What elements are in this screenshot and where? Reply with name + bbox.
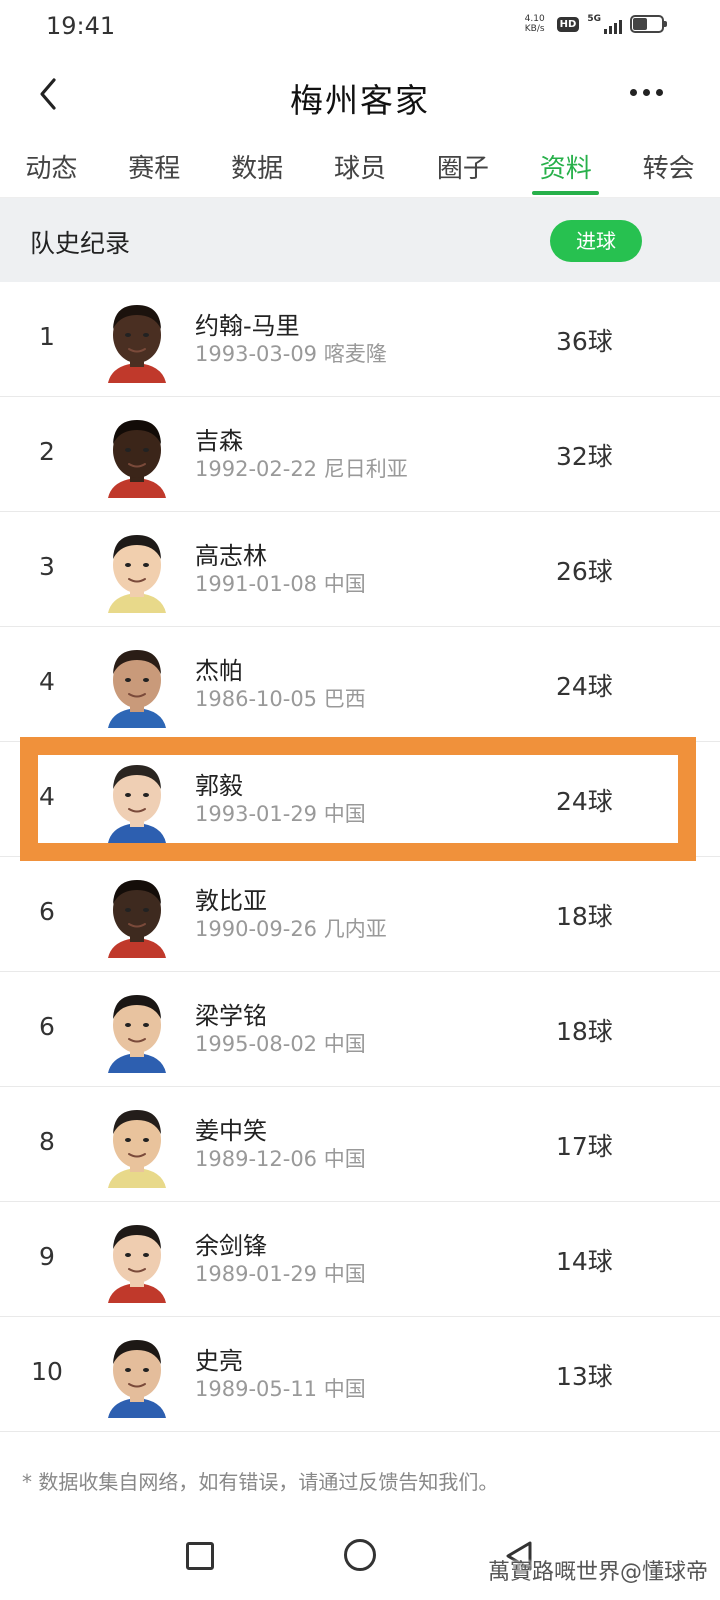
hd-icon: HD xyxy=(556,16,580,32)
player-rank: 2 xyxy=(39,437,55,466)
player-avatar xyxy=(108,995,166,1073)
recent-apps-button[interactable] xyxy=(186,1542,214,1570)
footnote: * 数据收集自网络，如有错误，请通过反馈告知我们。 xyxy=(22,1470,499,1494)
player-avatar xyxy=(108,1225,166,1303)
player-birthdate-nationality: 1989-05-11 中国 xyxy=(195,1377,366,1401)
player-rank: 1 xyxy=(39,322,55,351)
player-birthdate-nationality: 1993-01-29 中国 xyxy=(195,802,366,826)
player-row[interactable]: 4 郭毅 1993-01-29 中国 24球 xyxy=(0,742,720,857)
signal-icon: 5G xyxy=(587,14,622,34)
player-row[interactable]: 10 史亮 1989-05-11 中国 13球 xyxy=(0,1317,720,1432)
player-goals: 17球 xyxy=(556,1132,613,1161)
tab-dynamics[interactable]: 动态 xyxy=(0,134,103,197)
player-avatar xyxy=(108,420,166,498)
player-name: 史亮 xyxy=(195,1347,243,1375)
player-row[interactable]: 6 敦比亚 1990-09-26 几内亚 18球 xyxy=(0,857,720,972)
tab-community[interactable]: 圈子 xyxy=(411,134,514,197)
player-birthdate-nationality: 1986-10-05 巴西 xyxy=(195,687,366,711)
player-name: 吉森 xyxy=(195,427,243,455)
player-rank: 6 xyxy=(39,897,55,926)
player-rank: 10 xyxy=(31,1357,63,1386)
player-goals: 14球 xyxy=(556,1247,613,1276)
player-row[interactable]: 9 余剑锋 1989-01-29 中国 14球 xyxy=(0,1202,720,1317)
player-avatar xyxy=(108,1340,166,1418)
player-goals: 24球 xyxy=(556,787,613,816)
more-button[interactable] xyxy=(626,82,666,102)
player-birthdate-nationality: 1992-02-22 尼日利亚 xyxy=(195,457,408,481)
player-birthdate-nationality: 1989-12-06 中国 xyxy=(195,1147,366,1171)
goals-filter-button[interactable]: 进球 xyxy=(550,220,642,262)
player-rank: 9 xyxy=(39,1242,55,1271)
player-row[interactable]: 4 杰帕 1986-10-05 巴西 24球 xyxy=(0,627,720,742)
player-name: 约翰-马里 xyxy=(195,312,300,340)
player-goals: 32球 xyxy=(556,442,613,471)
tab-schedule[interactable]: 赛程 xyxy=(103,134,206,197)
player-goals: 18球 xyxy=(556,902,613,931)
player-avatar xyxy=(108,880,166,958)
player-avatar xyxy=(108,535,166,613)
player-name: 余剑锋 xyxy=(195,1232,267,1260)
player-goals: 26球 xyxy=(556,557,613,586)
player-rank: 8 xyxy=(39,1127,55,1156)
status-time: 19:41 xyxy=(46,12,116,40)
tab-bar: 动态 赛程 数据 球员 圈子 资料 转会 xyxy=(0,134,720,198)
player-rank: 3 xyxy=(39,552,55,581)
status-bar: 19:41 4.10 KB/s HD 5G xyxy=(0,0,720,52)
player-name: 杰帕 xyxy=(195,657,243,685)
player-name: 高志林 xyxy=(195,542,267,570)
network-type: 5G xyxy=(587,14,601,24)
player-row[interactable]: 3 高志林 1991-01-08 中国 26球 xyxy=(0,512,720,627)
player-birthdate-nationality: 1993-03-09 喀麦隆 xyxy=(195,342,387,366)
player-birthdate-nationality: 1990-09-26 几内亚 xyxy=(195,917,387,941)
network-speed-value: 4.10 xyxy=(524,14,545,24)
player-birthdate-nationality: 1995-08-02 中国 xyxy=(195,1032,366,1056)
player-rank: 4 xyxy=(39,782,55,811)
player-avatar xyxy=(108,765,166,843)
tab-transfers[interactable]: 转会 xyxy=(617,134,720,197)
player-name: 郭毅 xyxy=(195,772,243,800)
network-speed: 4.10 KB/s xyxy=(521,14,549,34)
player-avatar xyxy=(108,1110,166,1188)
player-avatar xyxy=(108,650,166,728)
player-goals: 13球 xyxy=(556,1362,613,1391)
player-name: 姜中笑 xyxy=(195,1117,267,1145)
player-birthdate-nationality: 1991-01-08 中国 xyxy=(195,572,366,596)
page-title: 梅州客家 xyxy=(290,81,430,120)
player-goals: 36球 xyxy=(556,327,613,356)
player-rank: 6 xyxy=(39,1012,55,1041)
player-goals: 18球 xyxy=(556,1017,613,1046)
status-indicators: 4.10 KB/s HD 5G xyxy=(521,14,667,34)
home-button[interactable] xyxy=(344,1539,376,1571)
tab-stats[interactable]: 数据 xyxy=(206,134,309,197)
player-row[interactable]: 8 姜中笑 1989-12-06 中国 17球 xyxy=(0,1087,720,1202)
player-name: 梁学铭 xyxy=(195,1002,267,1030)
watermark: 萬寶路嘅世界@懂球帝 xyxy=(487,1560,708,1585)
section-title: 队史纪录 xyxy=(30,229,131,258)
tab-profile[interactable]: 资料 xyxy=(514,134,617,197)
player-row[interactable]: 2 吉森 1992-02-22 尼日利亚 32球 xyxy=(0,397,720,512)
more-dots-icon xyxy=(629,88,637,96)
player-goals: 24球 xyxy=(556,672,613,701)
player-list: 1 约翰-马里 1993-03-09 喀麦隆 36球 2 吉森 1992-02-22 尼日利… xyxy=(0,282,720,1432)
tab-players[interactable]: 球员 xyxy=(309,134,412,197)
app-header: 梅州客家 xyxy=(0,52,720,134)
player-birthdate-nationality: 1989-01-29 中国 xyxy=(195,1262,366,1286)
player-name: 敦比亚 xyxy=(195,887,267,915)
player-avatar xyxy=(108,305,166,383)
player-row[interactable]: 6 梁学铭 1995-08-02 中国 18球 xyxy=(0,972,720,1087)
network-speed-unit: KB/s xyxy=(524,24,545,34)
section-header: 队史纪录 进球 xyxy=(0,198,720,282)
player-row[interactable]: 1 约翰-马里 1993-03-09 喀麦隆 36球 xyxy=(0,282,720,397)
player-rank: 4 xyxy=(39,667,55,696)
battery-icon xyxy=(630,15,667,33)
